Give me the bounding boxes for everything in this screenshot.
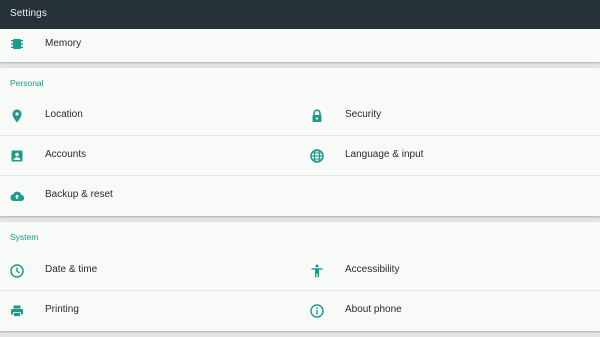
settings-item-label: Printing xyxy=(45,304,79,315)
settings-item-label: Security xyxy=(345,109,382,120)
settings-item-label: Memory xyxy=(45,38,82,49)
globe-icon xyxy=(309,148,325,164)
settings-item-date-time[interactable]: Date & time xyxy=(0,251,300,291)
account-box-icon xyxy=(9,148,25,164)
settings-item-label: Date & time xyxy=(45,264,98,275)
page-title: Settings xyxy=(10,8,47,19)
settings-item-accessibility[interactable]: Accessibility xyxy=(300,251,600,291)
settings-item-label: Accounts xyxy=(45,149,87,160)
settings-item-label: Backup & reset xyxy=(45,189,113,200)
location-icon xyxy=(9,108,25,124)
settings-item-location[interactable]: Location xyxy=(0,96,300,136)
system-section: System Date & time Accessibility Printin… xyxy=(0,222,600,331)
settings-item-backup-reset[interactable]: Backup & reset xyxy=(0,176,300,216)
cloud-upload-icon xyxy=(9,188,25,204)
section-header-system: System xyxy=(10,232,39,242)
settings-item-label: About phone xyxy=(345,304,402,315)
settings-item-accounts[interactable]: Accounts xyxy=(0,136,300,176)
settings-item-about-phone[interactable]: About phone xyxy=(300,291,600,331)
memory-icon xyxy=(9,36,25,52)
settings-item-label: Accessibility xyxy=(345,264,400,275)
section-header-personal: Personal xyxy=(10,78,44,88)
clock-icon xyxy=(9,263,25,279)
settings-item-language-input[interactable]: Language & input xyxy=(300,136,600,176)
memory-section: Memory xyxy=(0,29,600,62)
settings-item-printing[interactable]: Printing xyxy=(0,291,300,331)
app-bar: Settings xyxy=(0,0,600,29)
info-icon xyxy=(309,303,325,319)
settings-item-label: Location xyxy=(45,109,83,120)
lock-icon xyxy=(309,108,325,124)
settings-item-memory[interactable]: Memory xyxy=(0,29,600,62)
printer-icon xyxy=(9,303,25,319)
personal-section: Personal Location Security Accounts Lang… xyxy=(0,68,600,216)
settings-item-label: Language & input xyxy=(345,149,424,160)
accessibility-icon xyxy=(309,263,325,279)
settings-item-security[interactable]: Security xyxy=(300,96,600,136)
